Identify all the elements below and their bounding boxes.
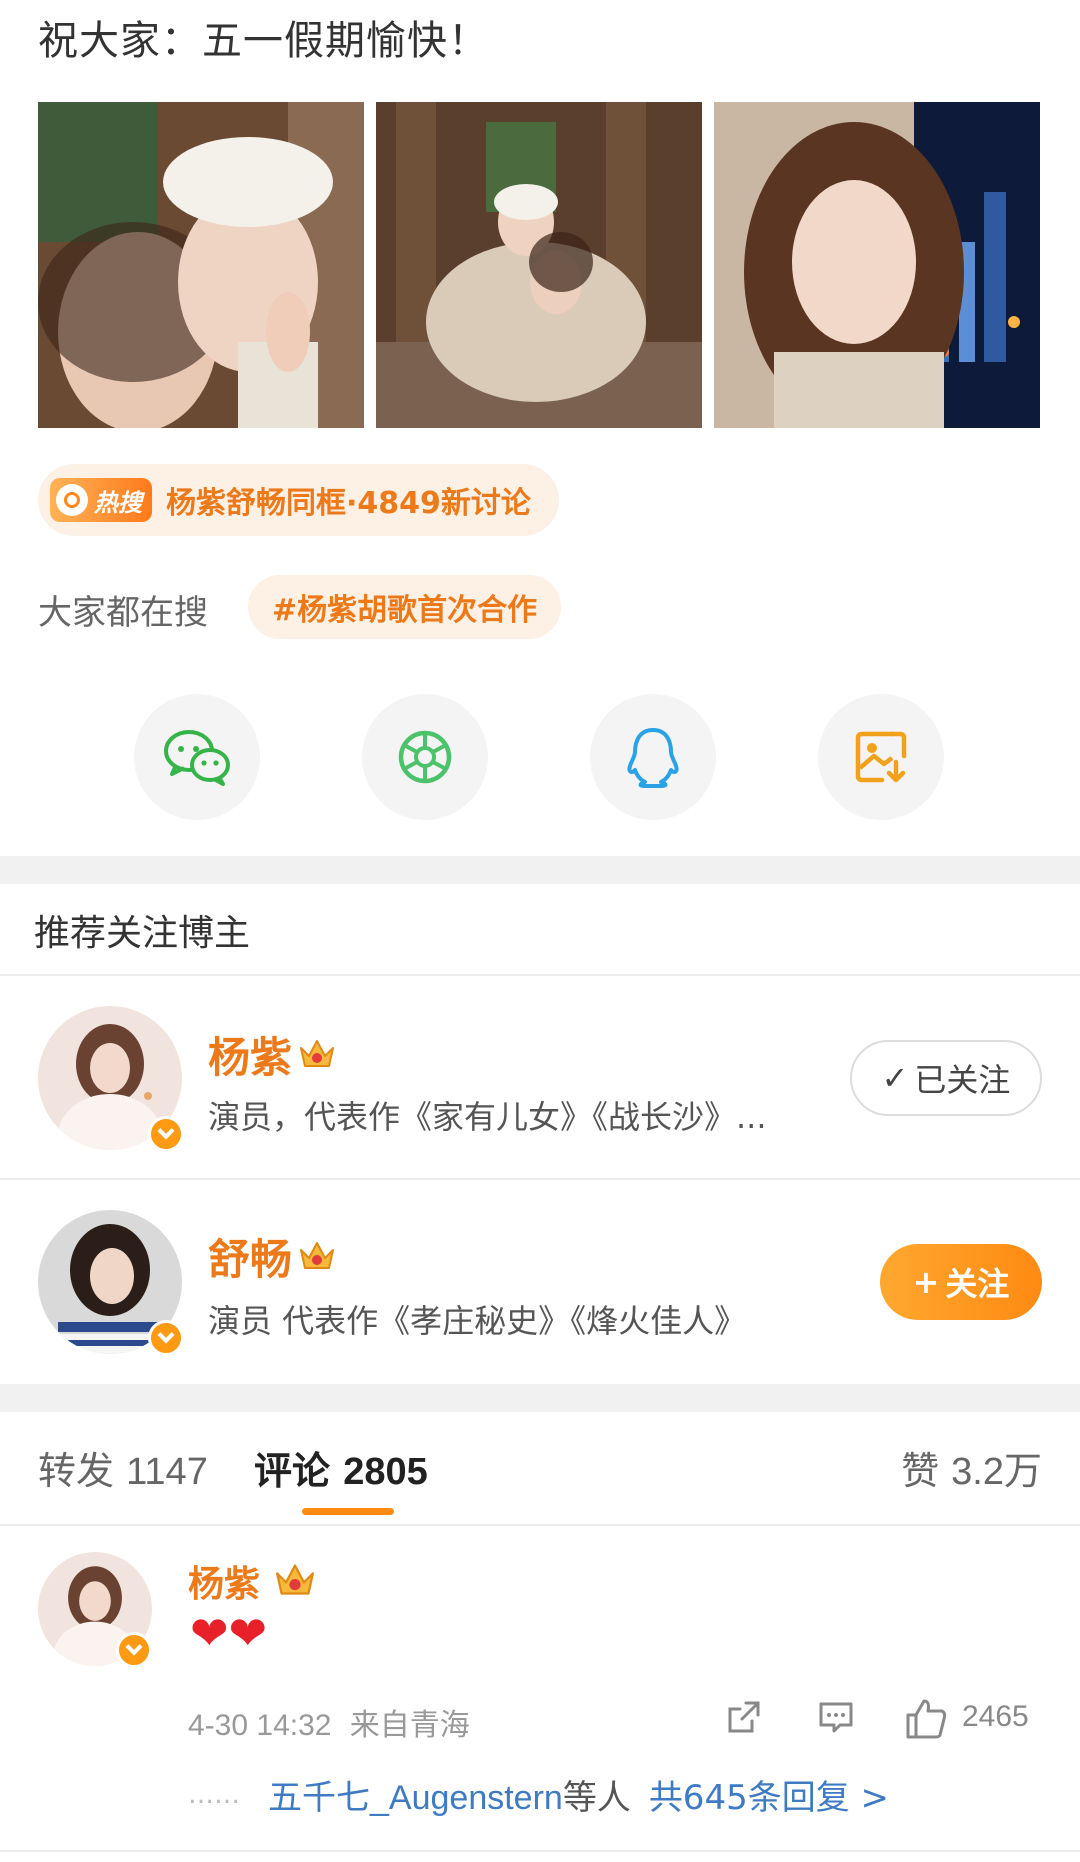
crown-icon bbox=[300, 1242, 334, 1269]
comment-meta: 4-30 14:32 来自青海 bbox=[188, 1700, 470, 1744]
plus-icon: + bbox=[912, 1263, 940, 1301]
search-suggest-label: 大家都在搜 bbox=[38, 593, 208, 633]
reply-summary[interactable]: …… 五千七_Augenstern 等人 共645条回复 > bbox=[188, 1770, 889, 1819]
verified-badge-icon bbox=[148, 1116, 184, 1152]
verified-badge-icon bbox=[116, 1632, 152, 1668]
section-gap bbox=[0, 1384, 1080, 1412]
hot-search-pill[interactable]: 热搜 杨紫舒畅同框·4849新讨论 bbox=[38, 464, 559, 536]
share-save-image-button[interactable] bbox=[818, 694, 944, 820]
check-icon: ✓ bbox=[881, 1059, 909, 1097]
share-moments-button[interactable] bbox=[362, 694, 488, 820]
tab-comment[interactable]: 评论 2805 bbox=[254, 1440, 428, 1495]
search-suggest-tag[interactable]: #杨紫胡歌首次合作 bbox=[248, 575, 562, 639]
recommend-user-name[interactable]: 舒畅 bbox=[208, 1226, 292, 1287]
post-photo-2[interactable] bbox=[376, 102, 702, 428]
search-icon bbox=[56, 484, 88, 516]
crown-icon bbox=[300, 1040, 334, 1067]
recommend-user-desc: 演员 代表作《孝庄秘史》《烽火佳人》 bbox=[208, 1302, 747, 1340]
crown-icon bbox=[276, 1564, 314, 1595]
recommend-user-row[interactable]: 舒畅 演员 代表作《孝庄秘史》《烽火佳人》 + 关注 bbox=[0, 1180, 1080, 1380]
recommend-user-name[interactable]: 杨紫 bbox=[208, 1024, 292, 1085]
share-wechat-button[interactable] bbox=[134, 694, 260, 820]
tab-repost-count: 1147 bbox=[126, 1451, 208, 1493]
share-qq-button[interactable] bbox=[590, 694, 716, 820]
post-photo-1[interactable] bbox=[38, 102, 364, 428]
comment-time: 4-30 14:32 bbox=[188, 1709, 332, 1742]
ellipsis-icon: …… bbox=[188, 1779, 240, 1810]
hot-search-badge-label: 热搜 bbox=[94, 488, 142, 517]
divider bbox=[0, 1524, 1080, 1526]
comment-content: ❤❤ bbox=[190, 1606, 268, 1660]
verified-badge-icon bbox=[148, 1320, 184, 1356]
divider bbox=[0, 1850, 1080, 1852]
reply-mid-text: 等人 bbox=[562, 1778, 631, 1818]
qq-icon bbox=[627, 728, 679, 788]
share-icon[interactable] bbox=[724, 1697, 764, 1737]
comment-icon[interactable] bbox=[816, 1697, 856, 1737]
recommend-user-desc: 演员，代表作《家有儿女》《战长沙》... bbox=[208, 1098, 767, 1136]
hot-search-badge: 热搜 bbox=[50, 478, 152, 522]
moments-icon bbox=[398, 730, 452, 784]
recommend-title: 推荐关注博主 bbox=[34, 913, 251, 954]
tab-repost[interactable]: 转发 1147 bbox=[38, 1440, 208, 1495]
save-image-icon bbox=[855, 731, 907, 783]
follow-button-label: 关注 bbox=[945, 1265, 1010, 1303]
comment-like-count: 2465 bbox=[962, 1700, 1029, 1733]
comment-location: 来自青海 bbox=[349, 1709, 470, 1742]
section-gap bbox=[0, 856, 1080, 884]
photo-grid bbox=[38, 102, 1042, 428]
tab-like-count: 3.2万 bbox=[951, 1451, 1042, 1493]
tab-comment-count: 2805 bbox=[343, 1451, 428, 1493]
thumbs-up-icon[interactable] bbox=[904, 1697, 948, 1741]
hot-search-text: 杨紫舒畅同框·4849新讨论 bbox=[166, 486, 531, 521]
reply-total-link[interactable]: 共645条回复 > bbox=[649, 1770, 889, 1819]
wechat-icon bbox=[164, 730, 230, 786]
comment-user-name[interactable]: 杨紫 bbox=[188, 1555, 260, 1607]
interaction-tabs: 转发 1147 评论 2805 赞 3.2万 bbox=[0, 1440, 1080, 1520]
reply-user-name[interactable]: 五千七_Augenstern bbox=[268, 1770, 563, 1819]
tab-like-label: 赞 bbox=[901, 1449, 940, 1493]
tab-repost-label: 转发 bbox=[38, 1449, 115, 1493]
post-text: 祝大家：五一假期愉快！ bbox=[38, 18, 489, 64]
recommend-user-row[interactable]: 杨紫 演员，代表作《家有儿女》《战长沙》... ✓ 已关注 bbox=[0, 976, 1080, 1176]
tab-active-indicator bbox=[302, 1508, 394, 1515]
post-photo-3[interactable] bbox=[714, 102, 1040, 428]
tab-comment-label: 评论 bbox=[254, 1449, 331, 1493]
follow-button[interactable]: + 关注 bbox=[880, 1244, 1042, 1320]
tab-like[interactable]: 赞 3.2万 bbox=[901, 1440, 1042, 1495]
share-row bbox=[0, 694, 1080, 824]
followed-button-label: 已关注 bbox=[914, 1061, 1011, 1099]
followed-button[interactable]: ✓ 已关注 bbox=[850, 1040, 1042, 1116]
